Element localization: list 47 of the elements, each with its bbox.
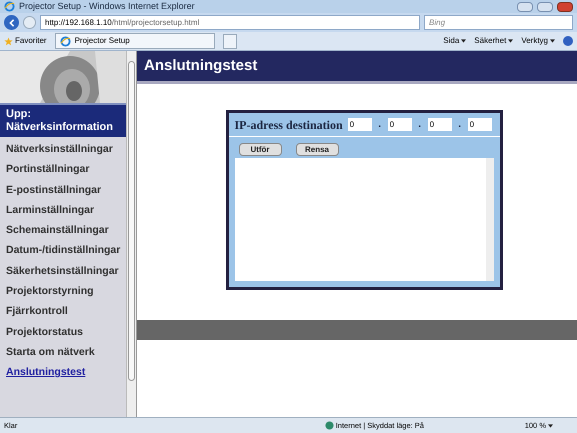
sidebar-link[interactable]: Projektorstatus [0,322,126,342]
sidebar-link[interactable]: Nätverksinställningar [0,139,126,160]
input-field[interactable]: 0 [348,118,372,131]
sidebar-link[interactable]: Larminställningar [0,200,126,220]
sidebar-link[interactable]: Portinställningar [0,159,126,180]
sidebar-link[interactable]: Anslutningstest [0,362,126,383]
action-button[interactable]: Utför [238,143,282,156]
menu-button[interactable]: Verktyg [521,35,548,47]
close-button[interactable] [557,2,573,12]
sidebar-link[interactable]: Projektorstyrning [0,281,126,302]
caret-icon [550,39,555,43]
back-button[interactable] [4,15,19,30]
browser-tab[interactable]: Projector Setup [54,33,215,49]
up-link[interactable]: Upp: Nätverksinformation [0,103,126,137]
menu-button[interactable]: Säkerhet [474,35,506,47]
scrollbar[interactable] [126,51,136,417]
star-icon [4,36,13,46]
scrollbar[interactable] [486,158,494,281]
input-field[interactable]: 0 [388,118,412,131]
page-title: Anslutningstest [137,51,577,84]
caret-icon [548,424,553,428]
input-field[interactable]: 0 [468,118,492,131]
favorites-button[interactable]: Favoriter [4,35,47,47]
sidebar-link[interactable]: Datum-/tidinställningar [0,240,126,261]
minimize-button[interactable] [517,2,533,12]
maximize-button[interactable] [537,2,553,12]
input-field[interactable]: 0 [428,118,452,131]
sidebar-link[interactable]: Säkerhetsinställningar [0,260,126,282]
address-field[interactable]: http://192.168.1.10/html/projectorsetup.html [40,15,420,30]
separator: . [377,118,382,132]
sidebar-link[interactable]: Fjärrkontroll [0,301,126,322]
separator: . [417,118,422,132]
caret-icon [461,39,466,43]
search-field[interactable]: Bing [424,15,573,30]
field-label: IP-adress destination [234,116,343,134]
new-tab-button[interactable] [222,34,237,48]
browser-icon [4,1,15,12]
menu-button[interactable]: Sida [443,35,460,47]
window-title: Projector Setup - Windows Internet Explorer [19,2,195,11]
sidebar-link[interactable]: Starta om nätverk [0,342,126,362]
action-button[interactable]: Rensa [296,143,338,156]
forward-button[interactable] [23,16,36,29]
sidebar-link[interactable]: Schemainställningar [0,220,126,240]
caret-icon [508,39,514,43]
sidebar-link[interactable]: E-postinställningar [0,180,126,200]
separator: . [457,118,462,132]
browser-icon [60,36,71,46]
